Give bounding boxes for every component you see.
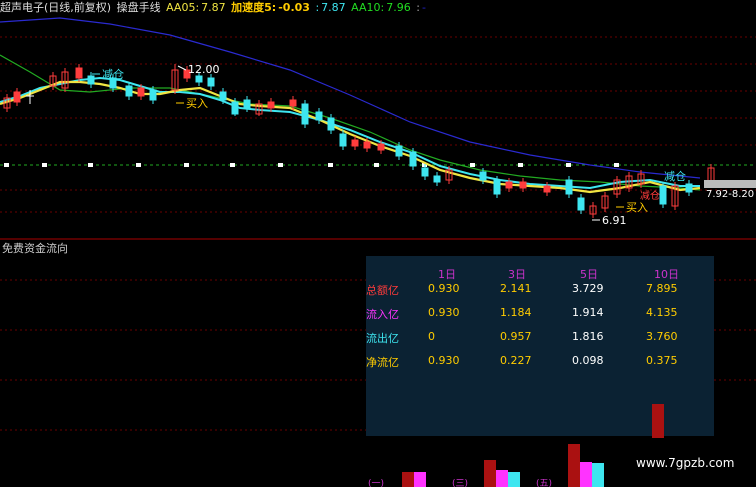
candle-down bbox=[327, 114, 335, 134]
bars-10d bbox=[652, 404, 664, 440]
candle-down bbox=[125, 82, 133, 100]
col-header-3d: 3日 bbox=[508, 268, 526, 281]
annotation-buy-2: 买入 bbox=[626, 201, 648, 214]
annotation-reduce-1: 减仓 bbox=[102, 67, 124, 81]
bar-total-10d bbox=[652, 404, 664, 440]
candle-down bbox=[685, 180, 693, 196]
row-inflow-3d: 1.184 bbox=[500, 306, 532, 319]
annotation-high-arrow bbox=[177, 65, 187, 71]
candle-down bbox=[207, 74, 215, 90]
candle-down bbox=[301, 100, 309, 128]
row-label-net: 净流亿 bbox=[366, 356, 399, 369]
annotation-reduce-2: 减仓 bbox=[664, 169, 686, 183]
bar-total-3d bbox=[484, 460, 496, 487]
candle-up bbox=[671, 182, 679, 210]
row-outflow-5d: 1.816 bbox=[572, 330, 604, 343]
ma5-line bbox=[0, 80, 701, 194]
candlesticks[interactable] bbox=[3, 64, 715, 218]
bar-outflow-3d bbox=[508, 472, 520, 487]
candle-up bbox=[351, 136, 359, 150]
row-total-3d: 2.141 bbox=[500, 282, 532, 295]
row-total-5d: 3.729 bbox=[572, 282, 604, 295]
bar-total-1d bbox=[402, 472, 414, 487]
bar-outflow-5d bbox=[592, 463, 604, 487]
bar-total-5d bbox=[568, 444, 580, 487]
row-inflow-5d: 1.914 bbox=[572, 306, 604, 319]
col-header-5d: 5日 bbox=[580, 268, 598, 281]
bars-5d bbox=[568, 444, 604, 487]
row-label-inflow: 流入亿 bbox=[366, 308, 399, 321]
candle-down bbox=[339, 130, 347, 150]
ma60-line bbox=[0, 17, 701, 179]
row-outflow-10d: 3.760 bbox=[646, 330, 678, 343]
watermark-text: www.7gpzb.com bbox=[636, 456, 735, 470]
annotation-last-price: 7.92-8.20 bbox=[706, 189, 754, 200]
row-inflow-10d: 4.135 bbox=[646, 306, 678, 319]
row-inflow-1d: 0.930 bbox=[428, 306, 460, 319]
candle-down bbox=[433, 172, 441, 186]
bar-inflow-5d bbox=[580, 462, 592, 487]
row-total-10d: 7.895 bbox=[646, 282, 678, 295]
annotation-low-price: 6.91 bbox=[602, 214, 627, 227]
candle-up bbox=[171, 64, 179, 94]
bottom-tab-1[interactable]: (一) bbox=[368, 479, 384, 487]
candle-up bbox=[61, 68, 69, 92]
candle-down bbox=[565, 176, 573, 198]
bars-1d bbox=[402, 472, 426, 487]
row-net-5d: 0.098 bbox=[572, 354, 604, 367]
bottom-tab-5[interactable]: (五) bbox=[536, 479, 552, 487]
candle-down bbox=[577, 194, 585, 214]
candle-up bbox=[255, 100, 263, 116]
candle-up bbox=[601, 192, 609, 212]
bars-3d bbox=[484, 460, 520, 487]
candle-up bbox=[613, 176, 621, 198]
row-net-1d: 0.930 bbox=[428, 354, 460, 367]
bar-inflow-1d bbox=[414, 472, 426, 487]
bottom-tab-3[interactable]: (三) bbox=[452, 479, 468, 487]
last-price-box bbox=[704, 180, 756, 188]
col-header-1d: 1日 bbox=[438, 268, 456, 281]
candle-up bbox=[589, 202, 597, 218]
row-outflow-3d: 0.957 bbox=[500, 330, 532, 343]
annotation-buy-1: 买入 bbox=[186, 97, 208, 110]
row-label-outflow: 流出亿 bbox=[366, 332, 399, 345]
row-label-total: 总额亿 bbox=[366, 284, 399, 297]
candle-down bbox=[659, 182, 667, 208]
row-net-3d: 0.227 bbox=[500, 354, 532, 367]
price-chart[interactable]: 减仓 12.00 买入 减仓 减仓 买入 6.91 7.92-8.20 bbox=[0, 0, 756, 240]
row-total-1d: 0.930 bbox=[428, 282, 460, 295]
candle-up bbox=[13, 88, 21, 106]
col-header-10d: 10日 bbox=[654, 268, 679, 281]
bar-inflow-3d bbox=[496, 470, 508, 487]
annotation-high-price: 12.00 bbox=[188, 63, 220, 76]
row-net-10d: 0.375 bbox=[646, 354, 678, 367]
row-outflow-1d: 0 bbox=[428, 330, 435, 343]
